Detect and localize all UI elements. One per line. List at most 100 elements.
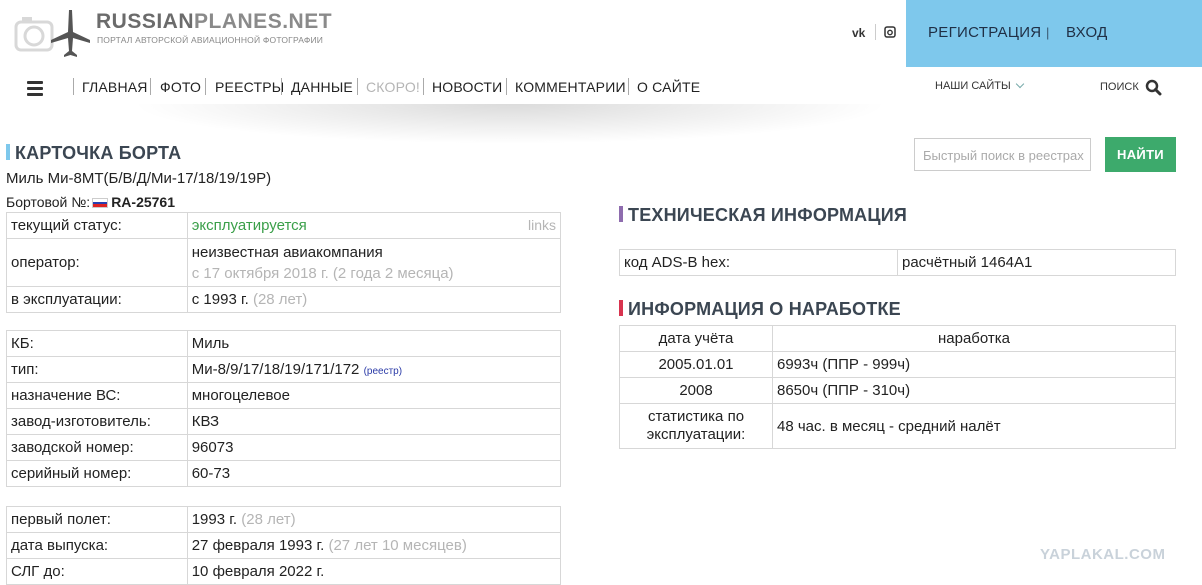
hours-date: 2008: [619, 377, 773, 404]
first-flight-value-cell: 1993 г. (28 лет): [186, 506, 562, 533]
status-value: эксплуатируется: [191, 217, 307, 234]
serial-number-label: серийный номер:: [6, 460, 188, 487]
operator-value-cell: неизвестная авиакомпания с 17 октября 201…: [186, 238, 562, 287]
nav-shadow: [130, 104, 890, 144]
nav-divider: [506, 78, 507, 95]
nav-item-home[interactable]: ГЛАВНАЯ: [82, 79, 148, 95]
hours-value: 6993ч (ППР - 999ч): [772, 351, 1176, 378]
status-value-cell: эксплуатируется links: [186, 212, 562, 239]
table-row: в эксплуатации: с 1993 г. (28 лет): [6, 286, 562, 313]
auth-divider: |: [1046, 25, 1050, 40]
register-link[interactable]: РЕГИСТРАЦИЯ: [928, 24, 1041, 41]
nav-item-registers[interactable]: РЕЕСТРЫ: [215, 79, 284, 95]
table-row: завод-изготовитель: КВЗ: [6, 408, 562, 435]
first-flight-label: первый полет:: [6, 506, 188, 533]
nav-item-news[interactable]: НОВОСТИ: [432, 79, 502, 95]
adsb-value: расчётный 1464A1: [897, 249, 1176, 276]
operator-value[interactable]: неизвестная авиакомпания: [192, 242, 556, 263]
site-logo-icon[interactable]: [14, 8, 92, 58]
table-row: 2008 8650ч (ППР - 310ч): [619, 377, 1176, 404]
nav-divider: [628, 78, 629, 95]
registration-line: Бортовой №: RA-25761: [6, 194, 175, 210]
menu-icon[interactable]: [27, 81, 43, 96]
login-link[interactable]: ВХОД: [1066, 24, 1108, 41]
manufacturer-value[interactable]: КВЗ: [186, 408, 562, 435]
service-label: в эксплуатации:: [6, 286, 188, 313]
table-row: серийный номер: 60-73: [6, 460, 562, 487]
first-flight-value: 1993 г.: [191, 511, 238, 528]
manufacturer-label: завод-изготовитель:: [6, 408, 188, 435]
nav-item-data[interactable]: ДАННЫЕ: [291, 79, 353, 95]
service-age: (28 лет): [252, 291, 308, 308]
operator-since: с 17 октября 2018 г. (2 года 2 месяца): [191, 264, 454, 282]
our-sites-dropdown[interactable]: НАШИ САЙТЫ: [935, 79, 1024, 92]
slg-value: 10 февраля 2022 г.: [186, 558, 562, 585]
chevron-down-icon: [1015, 79, 1024, 89]
russia-flag-icon: [92, 198, 109, 208]
hours-table: дата учёта наработка 2005.01.01 6993ч (ППР…: [619, 325, 1176, 449]
table-row: код ADS-B hex: расчётный 1464A1: [619, 249, 1176, 276]
nav-divider: [357, 78, 358, 95]
nav-divider: [205, 78, 206, 95]
type-value[interactable]: Ми-8/9/17/18/19/171/172: [192, 361, 360, 378]
release-date-label: дата выпуска:: [6, 532, 188, 559]
adsb-label: код ADS-B hex:: [619, 249, 898, 276]
factory-number-label: заводской номер:: [6, 434, 188, 461]
instagram-icon[interactable]: [884, 26, 896, 38]
logo-subtitle: ПОРТАЛ АВТОРСКОЙ АВИАЦИОННОЙ ФОТОГРАФИИ: [97, 35, 324, 45]
stats-value: 48 час. в месяц - средний налёт: [772, 403, 1176, 449]
nav-item-about[interactable]: О САЙТЕ: [637, 79, 700, 95]
site-header: RUSSIANPLANES.NET ПОРТАЛ АВТОРСКОЙ АВИАЦ…: [0, 0, 1202, 67]
registration-label: Бортовой №:: [6, 194, 91, 210]
dates-table: первый полет: 1993 г. (28 лет) дата выпус…: [6, 506, 562, 585]
nav-item-photo[interactable]: ФОТО: [160, 79, 201, 95]
links-link[interactable]: links: [528, 217, 556, 233]
hours-value: 8650ч (ППР - 310ч): [772, 377, 1176, 404]
tech-table: код ADS-B hex: расчётный 1464A1: [619, 249, 1176, 276]
factory-number-value: 96073: [186, 434, 562, 461]
purpose-label: назначение ВС:: [6, 382, 188, 409]
page-title: КАРТОЧКА БОРТА: [6, 143, 181, 164]
hours-date-header: дата учёта: [619, 325, 773, 352]
register-link[interactable]: (реестр): [364, 366, 403, 377]
type-label: тип:: [6, 356, 188, 383]
search-icon[interactable]: [1145, 79, 1162, 96]
table-row: назначение ВС: многоцелевое: [6, 382, 562, 409]
our-sites-label: НАШИ САЙТЫ: [935, 80, 1011, 92]
tech-info-title: ТЕХНИЧЕСКАЯ ИНФОРМАЦИЯ: [619, 205, 907, 226]
table-row: оператор: неизвестная авиакомпания с 17 о…: [6, 238, 562, 287]
table-row: СЛГ до: 10 февраля 2022 г.: [6, 558, 562, 585]
table-row: текущий статус: эксплуатируется links: [6, 212, 562, 239]
table-row: дата выпуска: 27 февраля 1993 г. (27 лет …: [6, 532, 562, 559]
operator-label: оператор:: [6, 238, 188, 287]
main-nav: ГЛАВНАЯ ФОТО РЕЕСТРЫ ДАННЫЕ СКОРО! НОВОС…: [0, 67, 1202, 107]
nav-divider: [150, 78, 151, 95]
hours-value-header: наработка: [772, 325, 1176, 352]
watermark: YAPLAKAL.COM: [1040, 546, 1166, 563]
search-button[interactable]: НАЙТИ: [1105, 137, 1176, 172]
designer-label: КБ:: [6, 330, 188, 357]
search-link[interactable]: ПОИСК: [1100, 81, 1139, 93]
social-divider: [875, 24, 876, 40]
nav-item-comments[interactable]: КОММЕНТАРИИ: [515, 79, 626, 95]
nav-item-soon[interactable]: СКОРО!: [366, 79, 420, 95]
designer-value[interactable]: Миль: [186, 330, 562, 357]
aircraft-model: Миль Ми-8МТ(Б/В/Д/Ми-17/18/19/19Р): [6, 170, 272, 187]
logo-title[interactable]: RUSSIANPLANES.NET: [96, 10, 332, 34]
hours-title-accent: [619, 300, 623, 316]
nav-divider: [423, 78, 424, 95]
quick-search-input[interactable]: Быстрый поиск в реестрах: [914, 138, 1091, 171]
status-table: текущий статус: эксплуатируется links опе…: [6, 212, 562, 313]
nav-divider: [73, 78, 74, 95]
status-label: текущий статус:: [6, 212, 188, 239]
title-accent: [6, 144, 10, 160]
vk-icon[interactable]: vk: [852, 26, 865, 40]
release-date-value: 27 февраля 1993 г.: [191, 537, 325, 554]
service-value-cell: с 1993 г. (28 лет): [186, 286, 562, 313]
release-date-value-cell: 27 февраля 1993 г. (27 лет 10 месяцев): [186, 532, 562, 559]
table-row: тип: Ми-8/9/17/18/19/171/172 (реестр): [6, 356, 562, 383]
serial-number-value: 60-73: [186, 460, 562, 487]
table-row: заводской номер: 96073: [6, 434, 562, 461]
registration-number: RA-25761: [111, 194, 176, 210]
specs-table: КБ: Миль тип: Ми-8/9/17/18/19/171/172 (рее…: [6, 330, 562, 487]
